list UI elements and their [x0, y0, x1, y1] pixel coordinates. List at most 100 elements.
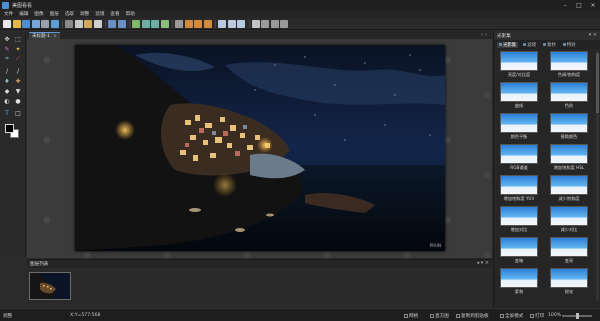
zoom-out-icon[interactable] [227, 19, 236, 28]
preset-item[interactable]: 增加对比 [500, 206, 538, 236]
preset-item[interactable]: 色阶 [550, 82, 588, 112]
grid-icon[interactable] [175, 19, 183, 28]
healing-icon[interactable]: ✚ [14, 77, 22, 85]
tab-materials[interactable]: 素材 [541, 42, 558, 48]
rect-select-icon[interactable]: ⬚ [14, 35, 22, 43]
menu-layer[interactable]: 图层 [50, 11, 59, 17]
zoom-in-icon[interactable] [218, 19, 226, 28]
canvas-workspace[interactable]: PRUN [27, 40, 492, 258]
menu-adjust[interactable]: 调整 [80, 11, 89, 17]
menu-view[interactable]: 查看 [110, 11, 119, 17]
preset-item[interactable]: 锐化 [550, 268, 588, 298]
minimize-icon[interactable]: – [558, 0, 572, 10]
menu-help[interactable]: 帮助 [126, 11, 135, 17]
preset-item[interactable]: RGB通道 [500, 144, 538, 174]
canvas-size-icon[interactable] [203, 19, 212, 28]
preset-label: 色阶 [564, 103, 574, 108]
gradient-icon[interactable]: ◐ [3, 97, 11, 105]
save-icon[interactable] [22, 19, 30, 28]
menu-image[interactable]: 图像 [34, 11, 43, 17]
rotate-icon[interactable] [160, 19, 169, 28]
shape-tool-icon[interactable]: □ [14, 109, 22, 117]
flip-horizontal-icon[interactable] [141, 19, 150, 28]
tab-document-label: 未标题-1 [32, 34, 50, 39]
blur-icon[interactable]: ● [14, 97, 22, 105]
save-as-icon[interactable] [31, 19, 40, 28]
zoom-slider-knob[interactable] [576, 312, 580, 319]
preset-item[interactable]: 减少饱和度 [550, 175, 588, 205]
new-file-icon[interactable] [3, 19, 11, 28]
crop-icon[interactable] [184, 19, 193, 28]
scan-icon[interactable] [50, 19, 59, 28]
layer-list-controls[interactable]: ◂ ▾ × [477, 260, 489, 266]
chart-icon[interactable] [280, 19, 288, 28]
resize-icon[interactable] [194, 19, 202, 28]
triangle-icon[interactable] [132, 19, 140, 28]
eyedropper-icon[interactable]: ⟋ [14, 55, 22, 63]
preset-item[interactable]: 增加饱和度 HSL [550, 144, 588, 174]
preset-item[interactable]: 增加饱和度 YUV [500, 175, 538, 205]
layer-thumbnail[interactable] [29, 272, 71, 300]
levels-icon[interactable] [270, 19, 279, 28]
move-tool-icon[interactable]: ✥ [3, 35, 11, 43]
effects-panel: 光影集 ▾ × 光影集 滤镜 素材 特效 亮度/对比度 色调/饱和度 曲线 色阶… [493, 31, 600, 308]
redo-icon[interactable] [117, 19, 126, 28]
preset-label: 替换颜色 [560, 134, 578, 139]
copy-icon[interactable] [74, 19, 83, 28]
tab-document[interactable]: 未标题-1 × [29, 32, 60, 40]
pointer-icon[interactable] [251, 19, 260, 28]
preset-item[interactable]: 变暗 [500, 237, 538, 267]
tab-next-icon[interactable]: › [485, 32, 489, 38]
zoom-control[interactable]: 100% [548, 312, 593, 319]
preset-item[interactable]: 色调/饱和度 [550, 51, 588, 81]
preset-scrollbar[interactable] [596, 51, 599, 301]
tab-effects[interactable]: 特效 [561, 42, 578, 48]
crop-tool-icon[interactable]: ⌗ [3, 55, 11, 63]
preset-item[interactable]: 减少对比 [550, 206, 588, 236]
fill-bucket-icon[interactable]: ▼ [14, 87, 22, 95]
preset-item[interactable]: 柔和 [500, 268, 538, 298]
presets-icon [499, 43, 502, 46]
menu-file[interactable]: 文件 [4, 11, 13, 17]
magic-wand-icon[interactable]: ✦ [14, 45, 22, 53]
histogram-toggle[interactable]: 直方图 [430, 313, 449, 319]
tab-close-icon[interactable]: × [53, 34, 57, 39]
zoom-slider[interactable] [562, 312, 593, 319]
layer-list-title: 图层列表 [30, 262, 49, 267]
menu-edit[interactable]: 编辑 [19, 11, 28, 17]
eraser-icon[interactable]: ◆ [3, 87, 11, 95]
panel-menu-icon[interactable]: ▾ × [589, 32, 597, 38]
pencil-icon[interactable]: / [3, 67, 11, 75]
text-tool-icon[interactable]: T [3, 109, 11, 117]
preset-item[interactable]: 替换颜色 [550, 113, 588, 143]
close-icon[interactable]: × [586, 0, 600, 10]
canvas-image[interactable]: PRUN [75, 45, 445, 251]
preset-item[interactable]: 曲线 [500, 82, 538, 112]
lasso-icon[interactable]: ✎ [3, 45, 11, 53]
tab-filters[interactable]: 滤镜 [521, 42, 538, 48]
menu-select[interactable]: 选取 [65, 11, 74, 17]
actual-size-icon[interactable] [237, 19, 245, 28]
paste-icon[interactable] [84, 19, 92, 28]
grid-toggle[interactable]: 网格 [404, 313, 418, 319]
maximize-icon[interactable]: □ [572, 0, 586, 10]
print-icon[interactable] [41, 19, 49, 28]
undo-icon[interactable] [108, 19, 116, 28]
histogram-icon[interactable] [261, 19, 269, 28]
foreground-color-swatch[interactable] [5, 124, 14, 133]
clone-stamp-icon[interactable]: ♦ [3, 77, 11, 85]
print-button[interactable]: 打印 [530, 313, 544, 319]
copy-clipboard-button[interactable]: 复制到剪贴板 [456, 313, 489, 319]
preset-item[interactable]: 变亮 [550, 237, 588, 267]
preset-item[interactable]: 颜色平衡 [500, 113, 538, 143]
brush-icon[interactable]: / [14, 67, 22, 75]
flip-vertical-icon[interactable] [151, 19, 159, 28]
tab-presets[interactable]: 光影集 [497, 41, 519, 48]
preset-item[interactable]: 亮度/对比度 [500, 51, 538, 81]
fullscreen-button[interactable]: 全屏模式 [500, 313, 523, 319]
cut-icon[interactable] [65, 19, 73, 28]
paste-new-icon[interactable] [93, 19, 102, 28]
open-folder-icon[interactable] [12, 19, 21, 28]
menu-filter[interactable]: 滤镜 [95, 11, 104, 17]
preset-scrollbar-thumb[interactable] [596, 53, 599, 113]
